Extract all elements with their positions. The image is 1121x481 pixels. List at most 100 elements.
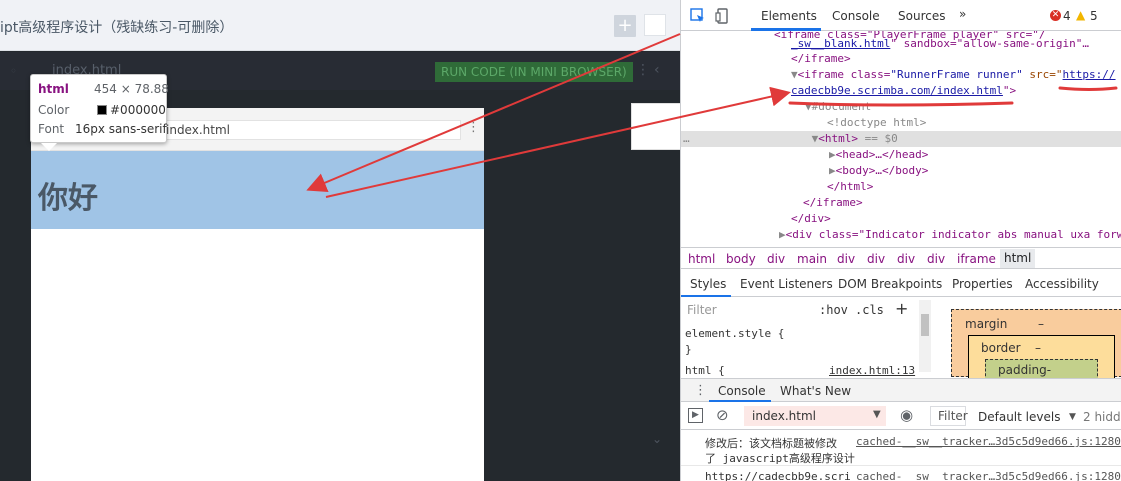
hov-toggle[interactable]: :hov [819, 303, 848, 317]
dom-line[interactable]: </iframe> [681, 51, 1121, 67]
styles-filter-input[interactable]: Filter [687, 303, 717, 317]
dom-line[interactable]: _sw__blank.html" sandbox="allow-same-ori… [681, 36, 1121, 52]
chevron-down-icon[interactable]: ⌄ [652, 432, 662, 446]
dom-line[interactable]: ▼<iframe class="RunnerFrame runner" src=… [681, 67, 1121, 83]
drawer-tabs: ⋮ Console What's New [681, 378, 1121, 402]
style-rules: element.style { } html { index.html:13 [681, 322, 917, 377]
breadcrumb-item[interactable]: main [797, 252, 827, 266]
tooltip-font-label: Font [38, 122, 65, 136]
dom-tree: <iframe class="PlayerFrame player" src="… [681, 31, 1121, 246]
warning-icon: ▲ [1076, 8, 1086, 22]
dropdown-arrow-icon[interactable]: ▼ [873, 409, 881, 420]
scrollbar-thumb[interactable] [921, 314, 929, 336]
log-levels-select[interactable]: Default levels [978, 410, 1060, 424]
more-icon[interactable]: ⋮ [467, 120, 480, 135]
console-filter-input[interactable]: Filter [930, 406, 968, 426]
page-heading: 你好 [38, 181, 98, 216]
box-model-border-value[interactable]: – [1035, 341, 1041, 355]
tab-styles[interactable]: Styles [690, 277, 726, 291]
drawer-tab-console[interactable]: Console [718, 384, 766, 398]
console-source-link[interactable]: cached-__sw__tracker…3d5c5d9ed66.js:1280 [856, 435, 1121, 448]
chevron-left-icon[interactable]: ‹ [654, 62, 660, 78]
more-tabs-icon[interactable]: » [959, 7, 966, 21]
live-expression-eye-icon[interactable]: ◉ [900, 406, 913, 424]
tab-dom-breakpoints[interactable]: DOM Breakpoints [838, 277, 942, 291]
devtools: Elements Console Sources » ✕ 4 ▲ 5 ⋮ <if… [680, 0, 1121, 481]
avatar-box[interactable] [644, 14, 666, 36]
dom-line[interactable]: </div> [681, 211, 1121, 227]
console-source-link[interactable]: cached-__sw__tracker…3d5c5d9ed66.js:1280 [856, 470, 1121, 481]
dom-line-selected[interactable]: … ▼<html> == $0 [681, 131, 1121, 147]
context-select[interactable]: index.html [744, 406, 886, 426]
hidden-count: 2 hidde [1083, 410, 1121, 424]
box-model-border-label: border [981, 341, 1021, 355]
breadcrumb-item[interactable]: div [767, 252, 785, 266]
devtools-menu-icon[interactable]: ⋮ [1115, 8, 1121, 24]
dom-line[interactable]: ▶<head>…</head> [681, 147, 1121, 163]
tooltip-color-value: #000000 [110, 103, 166, 117]
breadcrumb-item[interactable]: iframe [957, 252, 996, 266]
html-rule[interactable]: html { [685, 364, 725, 377]
breadcrumb-item[interactable]: div [927, 252, 945, 266]
box-model-margin-value[interactable]: – [1038, 317, 1044, 331]
breadcrumb-item[interactable]: html [688, 252, 715, 266]
console-toolbar: ▶ ⊘ index.html ▼ ◉ Filter Default levels… [681, 403, 1121, 430]
new-style-rule-button[interactable]: + [895, 299, 908, 318]
element-style-rule[interactable]: element.style { [685, 327, 784, 340]
active-tab-indicator [709, 400, 771, 402]
dom-line[interactable]: ▶<body>…</body> [681, 163, 1121, 179]
dom-line[interactable]: </iframe> [681, 195, 1121, 211]
dom-line[interactable]: <!doctype html> [681, 115, 1121, 131]
devtools-toolbar: Elements Console Sources » ✕ 4 ▲ 5 ⋮ [681, 0, 1121, 31]
sidebar-toggle-icon[interactable]: ▶ [688, 408, 703, 423]
url-field[interactable]: index.html [143, 120, 461, 140]
tab-accessibility[interactable]: Accessibility [1025, 277, 1099, 291]
rule-source-link[interactable]: index.html:13 [829, 364, 915, 377]
drawer-menu-icon[interactable]: ⋮ [694, 383, 707, 398]
html-highlight: 你好 [31, 151, 484, 229]
tab-sources[interactable]: Sources [898, 9, 945, 23]
tooltip-arrow [41, 143, 57, 151]
rule-close: } [685, 343, 692, 356]
breadcrumb-item-selected[interactable]: html [1000, 249, 1036, 268]
page-title: ipt高级程序设计（残缺练习-可删除） [0, 20, 234, 36]
tooltip-font-value: 16px sans-serif [75, 122, 167, 136]
top-bar: ipt高级程序设计（残缺练习-可删除） + [0, 0, 680, 51]
scrimba-page: ipt高级程序设计（残缺练习-可删除） + ◦ index.html RUN C… [0, 0, 680, 481]
color-swatch [97, 105, 107, 115]
styles-scrollbar[interactable] [919, 300, 931, 372]
dropdown-arrow-icon[interactable]: ▼ [1069, 412, 1076, 422]
bullet-icon: ◦ [10, 64, 18, 78]
inspect-element-icon[interactable] [690, 8, 706, 28]
drawer-tab-whats-new[interactable]: What's New [780, 384, 851, 398]
add-button[interactable]: + [614, 15, 636, 37]
side-panel-box [631, 103, 680, 150]
breadcrumb-item[interactable]: div [837, 252, 855, 266]
tab-properties[interactable]: Properties [952, 277, 1013, 291]
tab-elements[interactable]: Elements [761, 9, 817, 23]
breadcrumb-item[interactable]: div [897, 252, 915, 266]
error-count[interactable]: 4 [1063, 9, 1071, 23]
tab-console[interactable]: Console [832, 9, 880, 23]
cls-toggle[interactable]: .cls [855, 303, 884, 317]
breadcrumb-item[interactable]: div [867, 252, 885, 266]
breadcrumb-item[interactable]: body [726, 252, 756, 266]
box-model: margin – border – padding- [951, 309, 1121, 381]
console-message: 了 javascript高级程序设计 [705, 452, 855, 465]
dom-line[interactable]: cadecbb9e.scrimba.com/index.html"> [681, 83, 1121, 99]
clear-console-icon[interactable]: ⊘ [716, 406, 729, 424]
device-toolbar-icon[interactable] [715, 8, 731, 28]
sidebar-panel-tabs: Styles Event Listeners DOM Breakpoints P… [681, 270, 1121, 297]
dom-line[interactable]: ▶<div class="Indicator indicator abs man… [681, 227, 1121, 243]
styles-filter-row: Filter :hov .cls + [681, 298, 941, 322]
run-code-button[interactable]: RUN CODE (IN MINI BROWSER) [435, 62, 633, 82]
more-icon[interactable]: ⋮ [636, 62, 650, 78]
tab-event-listeners[interactable]: Event Listeners [740, 277, 833, 291]
dom-line[interactable]: </html> [681, 179, 1121, 195]
divider [681, 465, 1121, 466]
warning-count[interactable]: 5 [1090, 9, 1098, 23]
dom-line[interactable]: ▼#document [681, 99, 1121, 115]
active-tab-indicator [681, 295, 731, 297]
box-model-margin-label: margin [965, 317, 1008, 331]
breadcrumb: html body div main div div div div ifram… [681, 247, 1121, 269]
